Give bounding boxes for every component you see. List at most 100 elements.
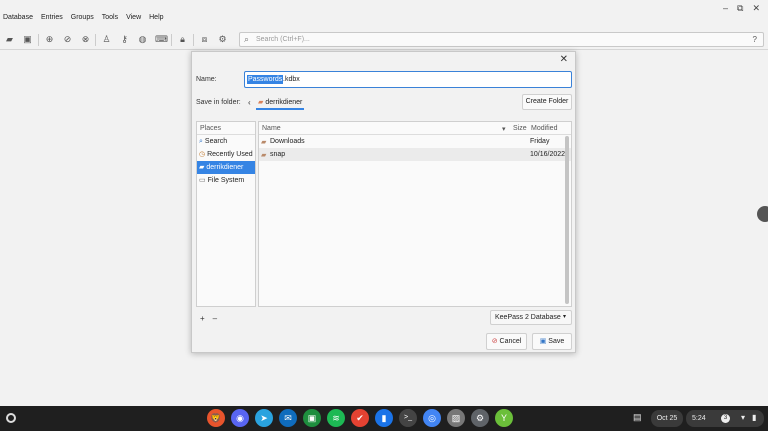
terminal-icon[interactable]: >_ bbox=[399, 409, 417, 427]
telegram-icon[interactable]: ➤ bbox=[255, 409, 273, 427]
copy-password-icon[interactable]: ⚷ bbox=[119, 34, 130, 45]
notification-badge: 3 bbox=[721, 414, 730, 423]
save-button[interactable]: ▣ Save bbox=[532, 333, 572, 350]
date-button[interactable]: Oct 25 bbox=[651, 410, 683, 427]
sort-arrow-icon[interactable]: ▾ bbox=[502, 125, 506, 133]
file-type-select[interactable]: KeePass 2 Database ▾ bbox=[490, 310, 572, 325]
save-label: Save bbox=[548, 338, 564, 345]
clock-icon: ◷ bbox=[199, 148, 205, 161]
place-label: File System bbox=[208, 174, 245, 187]
name-label: Name: bbox=[196, 76, 217, 83]
menu-groups[interactable]: Groups bbox=[71, 14, 94, 21]
toolbar-divider bbox=[193, 34, 194, 46]
add-entry-icon[interactable]: ⊕ bbox=[44, 34, 55, 45]
menu-help[interactable]: Help bbox=[149, 14, 163, 21]
save-icon[interactable]: ▣ bbox=[22, 34, 33, 45]
spotify-icon[interactable]: ≋ bbox=[327, 409, 345, 427]
toolbar-divider bbox=[38, 34, 39, 46]
filename-selected-text: Passwords bbox=[247, 75, 283, 84]
breadcrumb-folder-button[interactable]: ▰ derrikdiener bbox=[256, 96, 304, 110]
minimize-icon[interactable]: – bbox=[723, 3, 728, 14]
search-icon: ⌕ bbox=[244, 34, 249, 45]
places-panel: Places ⌕ Search ◷ Recently Used ▰ derrik… bbox=[196, 121, 256, 307]
file-type-value: KeePass 2 Database bbox=[495, 314, 561, 321]
close-window-icon[interactable]: ✕ bbox=[752, 3, 760, 14]
meet-icon[interactable]: ▣ bbox=[303, 409, 321, 427]
column-size[interactable]: Size bbox=[513, 125, 527, 132]
save-icon: ▣ bbox=[540, 338, 547, 345]
search-icon: ⌕ bbox=[199, 135, 203, 148]
maximize-icon[interactable]: ⧉ bbox=[737, 3, 743, 14]
remove-place-button[interactable]: – bbox=[213, 314, 217, 323]
dialog-close-icon[interactable]: ✕ bbox=[560, 54, 568, 65]
column-name[interactable]: Name bbox=[262, 125, 281, 132]
add-place-button[interactable]: + bbox=[200, 314, 205, 323]
photos-icon[interactable]: ▨ bbox=[447, 409, 465, 427]
filename-input[interactable]: Passwords .kdbx bbox=[244, 71, 572, 88]
launcher-icon[interactable] bbox=[6, 413, 16, 423]
folder-icon: ▰ bbox=[261, 151, 266, 159]
globe-icon[interactable]: ◍ bbox=[137, 34, 148, 45]
breadcrumb-folder-label: derrikdiener bbox=[265, 99, 302, 106]
breadcrumb-back-icon[interactable]: ‹ bbox=[248, 98, 251, 107]
places-header: Places bbox=[197, 122, 255, 135]
file-name: snap bbox=[270, 151, 285, 158]
place-label: Search bbox=[205, 135, 227, 148]
place-label: Recently Used bbox=[207, 148, 253, 161]
clipboard-icon[interactable]: ▤ bbox=[633, 412, 642, 423]
screenshot-icon[interactable]: ⧈ bbox=[199, 34, 210, 45]
place-file-system[interactable]: ▭ File System bbox=[197, 174, 255, 187]
delete-entry-icon[interactable]: ⊗ bbox=[80, 34, 91, 45]
menu-database[interactable]: Database bbox=[3, 14, 33, 21]
cancel-label: Cancel bbox=[500, 338, 522, 345]
place-label: derrikdiener bbox=[206, 161, 243, 174]
menu-view[interactable]: View bbox=[126, 14, 141, 21]
floating-edge-button[interactable] bbox=[757, 206, 768, 222]
create-folder-button[interactable]: Create Folder bbox=[522, 94, 572, 110]
wifi-icon: ▾ bbox=[741, 413, 745, 422]
keepassxc-icon[interactable]: Y bbox=[495, 409, 513, 427]
place-recently-used[interactable]: ◷ Recently Used bbox=[197, 148, 255, 161]
drive-icon: ▭ bbox=[199, 174, 206, 187]
brave-icon[interactable]: 🦁 bbox=[207, 409, 225, 427]
window-controls: – ⧉ ✕ bbox=[723, 3, 760, 14]
todoist-icon[interactable]: ✔ bbox=[351, 409, 369, 427]
search-placeholder: Search (Ctrl+F)... bbox=[256, 36, 310, 43]
toolbar: ▰ ▣ ⊕ ⊘ ⊗ ♙ ⚷ ◍ ⌨ 🔒︎ ⧈ ⚙ ⌕ Search (Ctrl+… bbox=[0, 30, 768, 50]
settings-app-icon[interactable]: ⚙ bbox=[471, 409, 489, 427]
file-row[interactable]: ▰ snap 10/16/2022 bbox=[259, 148, 571, 161]
filename-extension: .kdbx bbox=[283, 75, 300, 84]
taskbar: 🦁 ◉ ➤ ✉ ▣ ≋ ✔ ▮ >_ ◎ ▨ ⚙ Y ▤ Oct 25 5:24… bbox=[0, 406, 768, 431]
cancel-icon: ⊘ bbox=[492, 338, 498, 345]
menu-tools[interactable]: Tools bbox=[102, 14, 118, 21]
place-home-folder[interactable]: ▰ derrikdiener bbox=[197, 161, 255, 174]
files-icon[interactable]: ▮ bbox=[375, 409, 393, 427]
settings-icon[interactable]: ⚙ bbox=[217, 34, 228, 45]
battery-icon: ▮ bbox=[752, 413, 756, 422]
file-row[interactable]: ▰ Downloads Friday bbox=[259, 135, 571, 148]
outlook-icon[interactable]: ✉ bbox=[279, 409, 297, 427]
menu-bar: Database Entries Groups Tools View Help bbox=[3, 14, 164, 21]
clock-time: 5:24 bbox=[692, 415, 706, 422]
file-name: Downloads bbox=[270, 138, 305, 145]
menu-entries[interactable]: Entries bbox=[41, 14, 63, 21]
place-search[interactable]: ⌕ Search bbox=[197, 135, 255, 148]
chrome-icon[interactable]: ◎ bbox=[423, 409, 441, 427]
edit-entry-icon[interactable]: ⊘ bbox=[62, 34, 73, 45]
cancel-button[interactable]: ⊘ Cancel bbox=[486, 333, 527, 350]
toolbar-divider bbox=[171, 34, 172, 46]
places-controls: + – bbox=[200, 314, 217, 323]
discord-icon[interactable]: ◉ bbox=[231, 409, 249, 427]
file-list-scrollbar[interactable] bbox=[565, 136, 569, 304]
folder-open-icon[interactable]: ▰ bbox=[4, 34, 15, 45]
lock-icon[interactable]: 🔒︎ bbox=[177, 34, 188, 45]
copy-username-icon[interactable]: ♙ bbox=[101, 34, 112, 45]
pinned-apps: 🦁 ◉ ➤ ✉ ▣ ≋ ✔ ▮ >_ ◎ ▨ ⚙ Y bbox=[207, 409, 513, 427]
system-tray[interactable]: 5:24 3 ▾ ▮ bbox=[686, 410, 764, 427]
help-icon[interactable]: ? bbox=[753, 35, 757, 44]
chevron-down-icon: ▾ bbox=[563, 311, 566, 324]
search-field[interactable]: ⌕ Search (Ctrl+F)... ? bbox=[239, 32, 764, 47]
keyboard-icon[interactable]: ⌨ bbox=[155, 34, 166, 45]
folder-icon: ▰ bbox=[261, 138, 266, 146]
column-modified[interactable]: Modified bbox=[531, 125, 557, 132]
